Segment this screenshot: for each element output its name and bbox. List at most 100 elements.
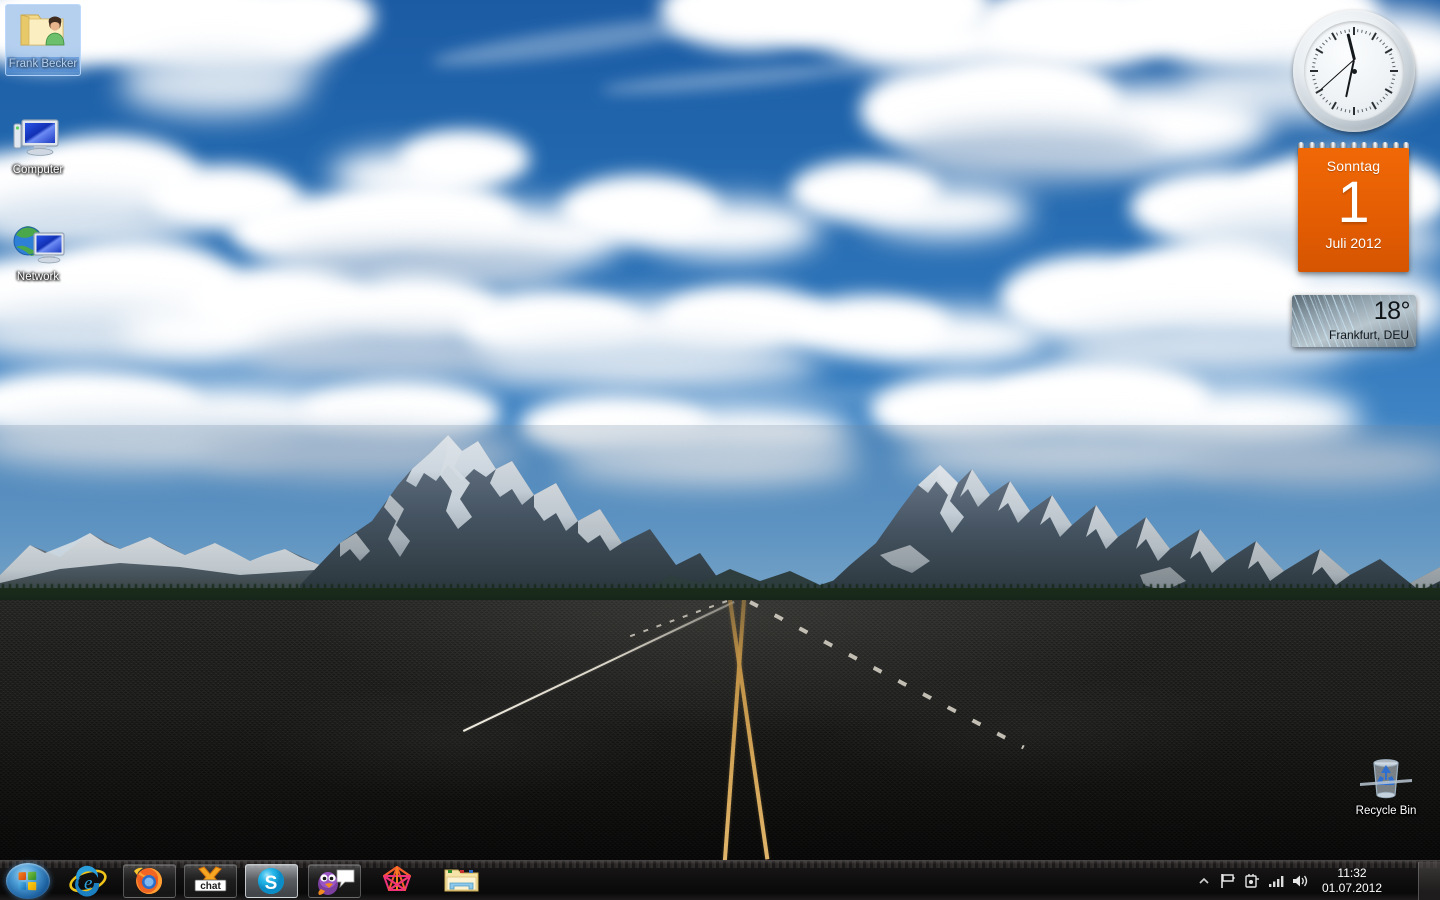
usb-eject-icon: [1243, 872, 1261, 890]
calendar-page: Sonntag 1 Juli 2012: [1298, 148, 1409, 272]
clock-minute-tick: [1322, 42, 1325, 45]
clock-minute-tick: [1314, 82, 1317, 84]
folder-icon: [436, 864, 487, 896]
clock-minute-tick: [1385, 93, 1388, 96]
desktop-icon-label: Recycle Bin: [1354, 804, 1419, 819]
firefox-icon: [124, 865, 175, 897]
clock-minute-tick: [1340, 31, 1342, 34]
tray-icon-action-center[interactable]: [1216, 861, 1240, 900]
clock-minute-tick: [1361, 30, 1363, 33]
clock-minute-tick: [1365, 108, 1367, 111]
flag-icon: [1219, 872, 1237, 890]
skype-icon: S: [246, 865, 297, 897]
clock-minute-tick: [1349, 29, 1351, 32]
clock-minute-tick: [1382, 97, 1385, 100]
windows-orb-icon: [19, 872, 39, 892]
clock-minute-tick: [1391, 57, 1394, 59]
clock-time: 11:32: [1316, 866, 1388, 881]
clock-minute-tick: [1328, 102, 1331, 105]
taskbar-button-nitrogen[interactable]: [372, 864, 425, 898]
clock-minute-tick: [1357, 29, 1359, 32]
xchat-icon: chat: [185, 865, 236, 897]
taskbar-button-xchat[interactable]: chat: [184, 864, 237, 898]
clock-minute-tick: [1322, 97, 1325, 100]
clock-minute-tick: [1325, 39, 1328, 42]
desktop-icon-network[interactable]: Network: [0, 219, 76, 285]
clock-minute-tick: [1365, 31, 1367, 34]
svg-text:S: S: [265, 873, 278, 894]
clock-minute-tick: [1357, 110, 1359, 113]
clock-minute-tick: [1376, 102, 1379, 105]
clock-hour-tick: [1353, 107, 1355, 115]
user-folder-icon: [5, 6, 81, 54]
taskbar-button-firefox[interactable]: [123, 864, 176, 898]
show-desktop-button[interactable]: [1418, 862, 1440, 900]
taskbar-button-skype[interactable]: S: [245, 864, 298, 898]
clock-minute-tick: [1312, 78, 1315, 80]
clock-minute-tick: [1315, 53, 1318, 55]
taskbar-button-pidgin[interactable]: [308, 864, 361, 898]
clock-gadget[interactable]: [1293, 10, 1415, 132]
svg-text:e: e: [84, 873, 92, 894]
nitrogen-icon: [372, 864, 423, 896]
computer-icon: [0, 112, 76, 160]
clock-minute-tick: [1336, 32, 1338, 35]
clock-minute-tick: [1376, 37, 1379, 40]
desktop[interactable]: Frank Becker: [0, 0, 1440, 900]
clock-minute-tick: [1379, 100, 1382, 103]
tray-icon-volume[interactable]: [1288, 861, 1312, 900]
clock-date: 01.07.2012: [1316, 881, 1388, 896]
taskbar[interactable]: e chat: [0, 860, 1440, 900]
tray-icon-safely-remove-hardware[interactable]: [1240, 861, 1264, 900]
clock-minute-tick: [1319, 93, 1322, 96]
desktop-icon-label: Computer: [11, 163, 66, 178]
clock-minute-tick: [1314, 57, 1317, 59]
tray-icon-network[interactable]: [1264, 861, 1288, 900]
taskbar-button-internet-explorer[interactable]: e: [62, 864, 115, 898]
clock-minute-tick: [1369, 32, 1371, 35]
clock-minute-tick: [1369, 106, 1371, 109]
clock-minute-tick: [1328, 37, 1331, 40]
chevron-up-icon: [1198, 875, 1210, 887]
calendar-day-number: 1: [1298, 175, 1409, 231]
show-hidden-icons-button[interactable]: [1192, 861, 1216, 900]
weather-location: Frankfurt, DEU: [1329, 328, 1409, 342]
internet-explorer-icon: e: [62, 864, 115, 898]
clock-minute-tick: [1344, 109, 1346, 112]
clock-hour-tick: [1353, 27, 1355, 35]
calendar-gadget[interactable]: Sonntag 1 Juli 2012: [1298, 148, 1409, 272]
clock-minute-tick: [1336, 106, 1338, 109]
clock-minute-tick: [1392, 78, 1395, 80]
clock-minute-tick: [1361, 109, 1363, 112]
clock-hour-tick: [1390, 70, 1398, 72]
clock-minute-tick: [1385, 46, 1388, 49]
desktop-icon-frank-becker[interactable]: Frank Becker: [5, 6, 81, 72]
clock-minute-tick: [1344, 30, 1346, 33]
clock-minute-tick: [1312, 66, 1315, 68]
taskbar-clock[interactable]: 11:32 01.07.2012: [1312, 866, 1396, 896]
signal-bars-icon: [1267, 872, 1285, 890]
clock-minute-tick: [1319, 46, 1322, 49]
clock-minute-tick: [1379, 39, 1382, 42]
desktop-icon-label: Network: [15, 270, 61, 285]
clock-minute-tick: [1391, 82, 1394, 84]
clock-minute-tick: [1325, 100, 1328, 103]
calendar-month-year: Juli 2012: [1298, 235, 1409, 251]
desktop-icon-recycle-bin[interactable]: Recycle Bin: [1348, 753, 1424, 819]
clock-minute-tick: [1382, 42, 1385, 45]
svg-text:chat: chat: [200, 881, 221, 892]
clock-minute-tick: [1389, 53, 1392, 55]
recycle-bin-icon: [1348, 753, 1424, 801]
clock-minute-tick: [1340, 108, 1342, 111]
weather-temperature: 18°: [1374, 297, 1410, 326]
system-tray[interactable]: 11:32 01.07.2012: [1192, 861, 1396, 900]
clock-minute-tick: [1392, 62, 1395, 64]
desktop-wallpaper: [0, 0, 1440, 860]
taskbar-button-windows-explorer[interactable]: [436, 864, 489, 898]
weather-gadget[interactable]: 18° Frankfurt, DEU: [1292, 295, 1416, 347]
desktop-icon-computer[interactable]: Computer: [0, 112, 76, 178]
clock-minute-tick: [1315, 86, 1318, 88]
clock-minute-tick: [1392, 74, 1395, 76]
start-button[interactable]: [6, 863, 50, 899]
clock-minute-tick: [1349, 110, 1351, 113]
